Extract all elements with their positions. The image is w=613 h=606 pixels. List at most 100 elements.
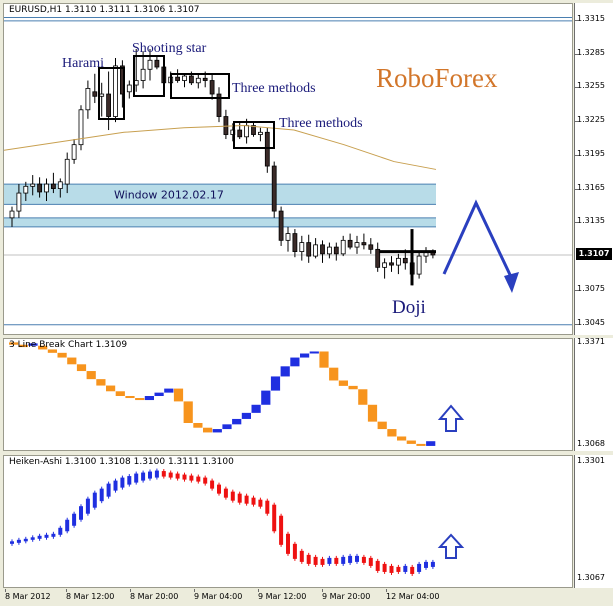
candle-up	[64, 158, 70, 185]
candle-down	[37, 183, 42, 193]
time-tick-label: 8 Mar 12:00	[66, 592, 115, 601]
heiken-ashi-up-bar	[355, 555, 359, 562]
candle-down	[188, 75, 194, 84]
window-zone-label: Window 2012.02.17	[114, 189, 224, 202]
window-zone-lower	[4, 217, 436, 227]
candle-down	[347, 239, 353, 248]
heiken-ashi-up-bar	[51, 533, 56, 537]
heiken-ashi-up-bar	[141, 472, 146, 481]
price-tick-label: 1.3075	[577, 283, 605, 293]
candle-up	[285, 233, 291, 241]
candle-up	[71, 144, 77, 160]
heiken-ashi-up-bar	[127, 476, 132, 485]
line-break-up-brick	[300, 353, 310, 358]
candle-up	[140, 68, 146, 81]
candle-up	[326, 246, 332, 255]
line-break-down-brick	[377, 421, 387, 430]
line-break-down-brick	[76, 364, 87, 372]
line-break-price-axis: 1.3371 1.3068	[574, 337, 613, 451]
time-tick-label: 9 Mar 12:00	[258, 592, 307, 601]
candle-down	[306, 242, 312, 257]
line-break-down-brick	[115, 391, 125, 397]
shooting-star-label: Shooting star	[132, 41, 207, 56]
doji-label: Doji	[392, 297, 426, 318]
heiken-ashi-down-bar	[175, 473, 180, 479]
candle-up	[30, 183, 36, 187]
line-break-up-brick	[154, 392, 164, 397]
line-break-up-brick	[290, 357, 300, 367]
forecast-arrow-head	[504, 272, 519, 293]
heiken-ashi-down-bar	[230, 491, 235, 501]
line-break-panel[interactable]: 3 Line Break Chart 1.3109	[3, 338, 573, 451]
price-tick-label: 1.3045	[577, 317, 605, 327]
heiken-ashi-up-bar	[134, 473, 139, 483]
roboforex-logo-text: RoboForex	[376, 63, 498, 93]
candle-down	[106, 93, 111, 117]
line-break-down-brick	[338, 380, 348, 386]
three-methods-label-2: Three methods	[279, 116, 363, 131]
price-tick-label: 1.3315	[577, 13, 605, 23]
candlestick-chart: Window 2012.02.17 Harami Shooting star Thre…	[4, 17, 572, 326]
heiken-ashi-down-bar	[375, 560, 380, 571]
heiken-ashi-up-bar	[348, 555, 353, 563]
heiken-ashi-down-bar	[244, 495, 249, 504]
heiken-ashi-down-bar	[217, 484, 221, 494]
heiken-ashi-up-bar	[417, 563, 422, 572]
line-break-up-brick	[309, 351, 319, 354]
up-arrow-icon	[437, 404, 465, 432]
line-break-down-brick	[397, 436, 407, 441]
heiken-ashi-up-bar	[120, 477, 125, 488]
heiken-ashi-up-bar	[92, 492, 97, 508]
line-break-chart	[9, 342, 465, 446]
line-break-down-brick	[203, 427, 213, 433]
heiken-ashi-up-bar	[23, 538, 28, 542]
time-tick-label: 9 Mar 20:00	[322, 592, 371, 601]
time-tick-label: 12 Mar 04:00	[386, 592, 440, 601]
heiken-ashi-down-bar	[258, 499, 263, 507]
heiken-ashi-down-bar	[361, 556, 366, 563]
heiken-ashi-up-bar	[430, 561, 435, 567]
line-break-down-brick	[86, 371, 96, 380]
line-break-down-brick	[329, 367, 339, 381]
candle-down	[154, 59, 160, 68]
heiken-ashi-down-bar	[168, 472, 173, 478]
heiken-ashi-panel[interactable]: Heiken-Ashi 1.3100 1.3108 1.3100 1.3111 …	[3, 455, 573, 588]
time-axis: 8 Mar 2012 8 Mar 12:00 8 Mar 20:00 9 Mar 04…	[3, 589, 573, 606]
line-break-up-brick	[280, 366, 290, 377]
main-chart-panel[interactable]: Window 2012.02.17 Harami Shooting star Thre…	[3, 3, 573, 335]
heiken-ashi-up-bar	[113, 480, 118, 491]
heiken-ashi-up-bar	[106, 483, 111, 497]
heiken-ashi-title: Heiken-Ashi 1.3100 1.3108 1.3100 1.3111 …	[9, 457, 234, 467]
candle-down	[237, 129, 243, 138]
candle-down	[223, 116, 229, 135]
last-price-marker: 1.3107	[576, 247, 612, 260]
candle-up	[99, 93, 105, 97]
candle-up	[395, 257, 401, 266]
candle-up	[416, 255, 422, 275]
line-break-up-brick	[251, 404, 261, 413]
heiken-ashi-up-bar	[154, 470, 159, 478]
candle-down	[51, 183, 56, 189]
heiken-ashi-up-bar	[16, 539, 21, 543]
heiken-ashi-down-bar	[223, 488, 228, 498]
heiken-ashi-up-bar	[72, 513, 77, 526]
candle-up	[354, 242, 360, 248]
heiken-ashi-up-bar	[30, 537, 35, 540]
heiken-ashi-up-bar	[341, 556, 346, 564]
candle-up	[299, 242, 305, 252]
line-break-up-brick	[232, 418, 242, 425]
time-tick-label: 9 Mar 04:00	[194, 592, 243, 601]
heiken-ashi-down-bar	[203, 477, 208, 484]
candle-down	[368, 244, 374, 250]
heiken-ashi-down-bar	[334, 557, 339, 564]
candle-up	[44, 183, 49, 193]
line-break-down-brick	[135, 398, 145, 401]
heiken-ashi-down-bar	[382, 563, 387, 572]
candle-down	[92, 91, 98, 97]
line-break-down-brick	[183, 401, 193, 423]
line-break-up-brick	[164, 388, 174, 393]
heiken-ashi-up-bar	[424, 561, 428, 568]
heiken-ashi-down-bar	[292, 543, 297, 559]
heiken-ashi-down-bar	[189, 475, 194, 481]
main-price-axis: 1.3315 1.3285 1.3255 1.3225 1.3195 1.3165 1.31…	[574, 3, 613, 335]
